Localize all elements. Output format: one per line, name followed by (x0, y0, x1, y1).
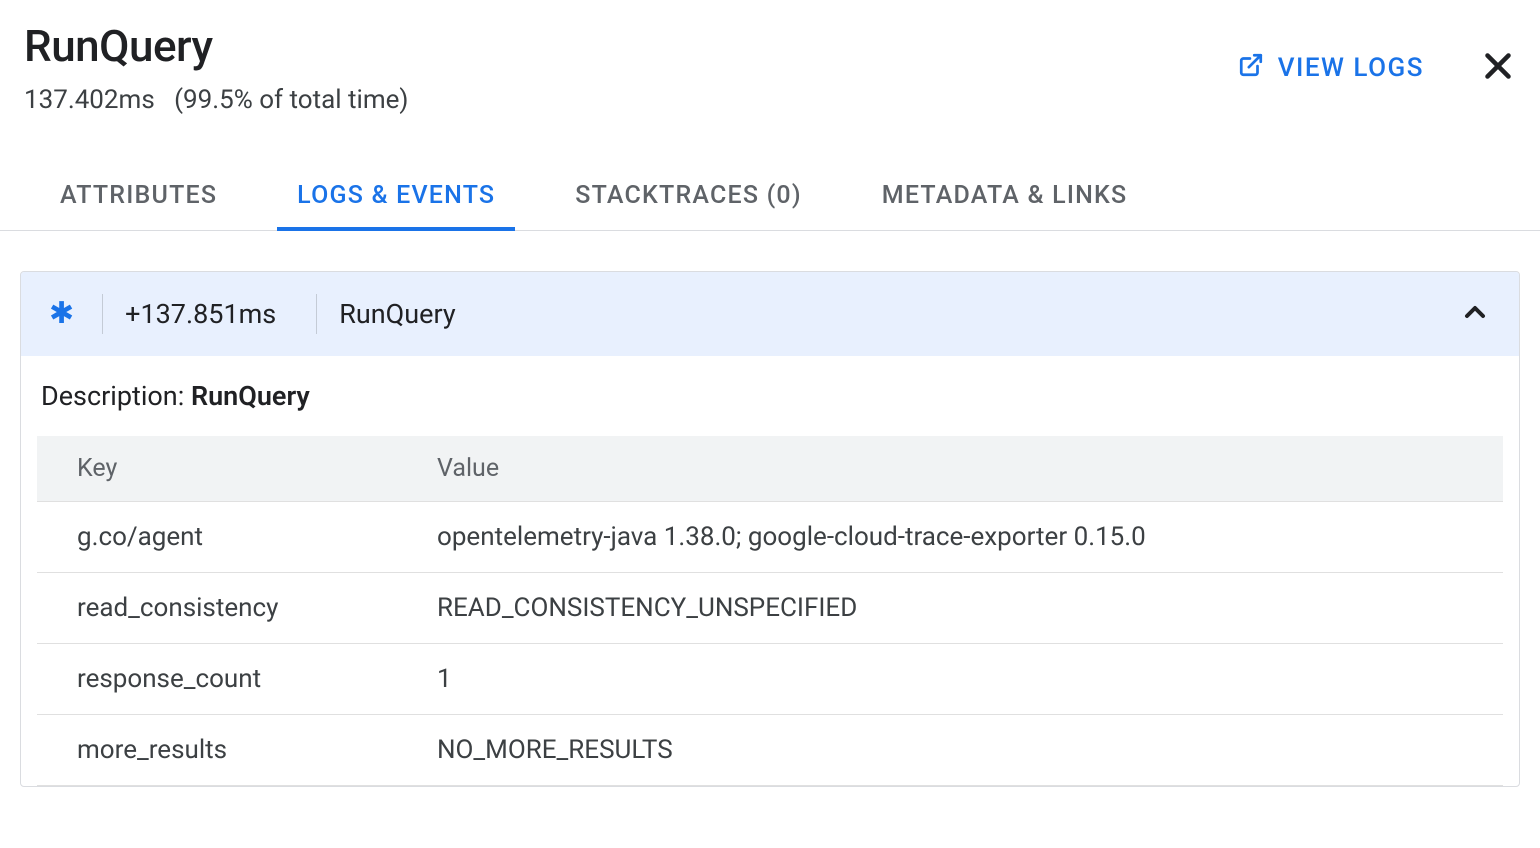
attr-key: response_count (37, 643, 397, 714)
table-row: more_results NO_MORE_RESULTS (37, 714, 1503, 785)
table-row: g.co/agent opentelemetry-java 1.38.0; go… (37, 501, 1503, 572)
table-row: response_count 1 (37, 643, 1503, 714)
attr-key: more_results (37, 714, 397, 785)
external-link-icon (1238, 52, 1264, 85)
attr-key: read_consistency (37, 572, 397, 643)
event-description: Description: RunQuery (37, 380, 1503, 412)
tab-stacktraces[interactable]: STACKTRACES (0) (535, 163, 842, 230)
view-logs-label: VIEW LOGS (1278, 53, 1424, 83)
column-header-value: Value (397, 436, 1503, 502)
event-offset: +137.851ms (125, 298, 276, 330)
attr-key: g.co/agent (37, 501, 397, 572)
event-body: Description: RunQuery Key Value g.co/age… (21, 356, 1519, 786)
close-button[interactable] (1480, 48, 1516, 88)
asterisk-icon: ✱ (49, 299, 74, 329)
span-subtitle: 137.402ms (99.5% of total time) (24, 85, 408, 115)
chevron-up-icon (1459, 296, 1491, 332)
event-header[interactable]: ✱ +137.851ms RunQuery (21, 272, 1519, 356)
tabs-container: ATTRIBUTES LOGS & EVENTS STACKTRACES (0)… (0, 163, 1540, 231)
attr-value: opentelemetry-java 1.38.0; google-cloud-… (397, 501, 1503, 572)
event-card: ✱ +137.851ms RunQuery Description: RunQu… (20, 271, 1520, 787)
description-label: Description: (41, 380, 191, 412)
view-logs-button[interactable]: VIEW LOGS (1238, 52, 1424, 85)
attr-value: 1 (397, 643, 1503, 714)
attr-value: NO_MORE_RESULTS (397, 714, 1503, 785)
span-percent: (99.5% of total time) (174, 85, 408, 115)
attributes-table: Key Value g.co/agent opentelemetry-java … (37, 436, 1503, 786)
span-duration: 137.402ms (24, 85, 155, 115)
table-row: read_consistency READ_CONSISTENCY_UNSPEC… (37, 572, 1503, 643)
close-icon (1480, 48, 1516, 88)
column-header-key: Key (37, 436, 397, 502)
attr-value: READ_CONSISTENCY_UNSPECIFIED (397, 572, 1503, 643)
tab-metadata-links[interactable]: METADATA & LINKS (842, 163, 1168, 230)
divider (316, 294, 317, 334)
description-value: RunQuery (191, 380, 310, 412)
event-name: RunQuery (339, 298, 1459, 330)
divider (102, 294, 103, 334)
tab-logs-events[interactable]: LOGS & EVENTS (257, 163, 535, 230)
tab-attributes[interactable]: ATTRIBUTES (20, 163, 257, 230)
span-title: RunQuery (24, 20, 408, 73)
